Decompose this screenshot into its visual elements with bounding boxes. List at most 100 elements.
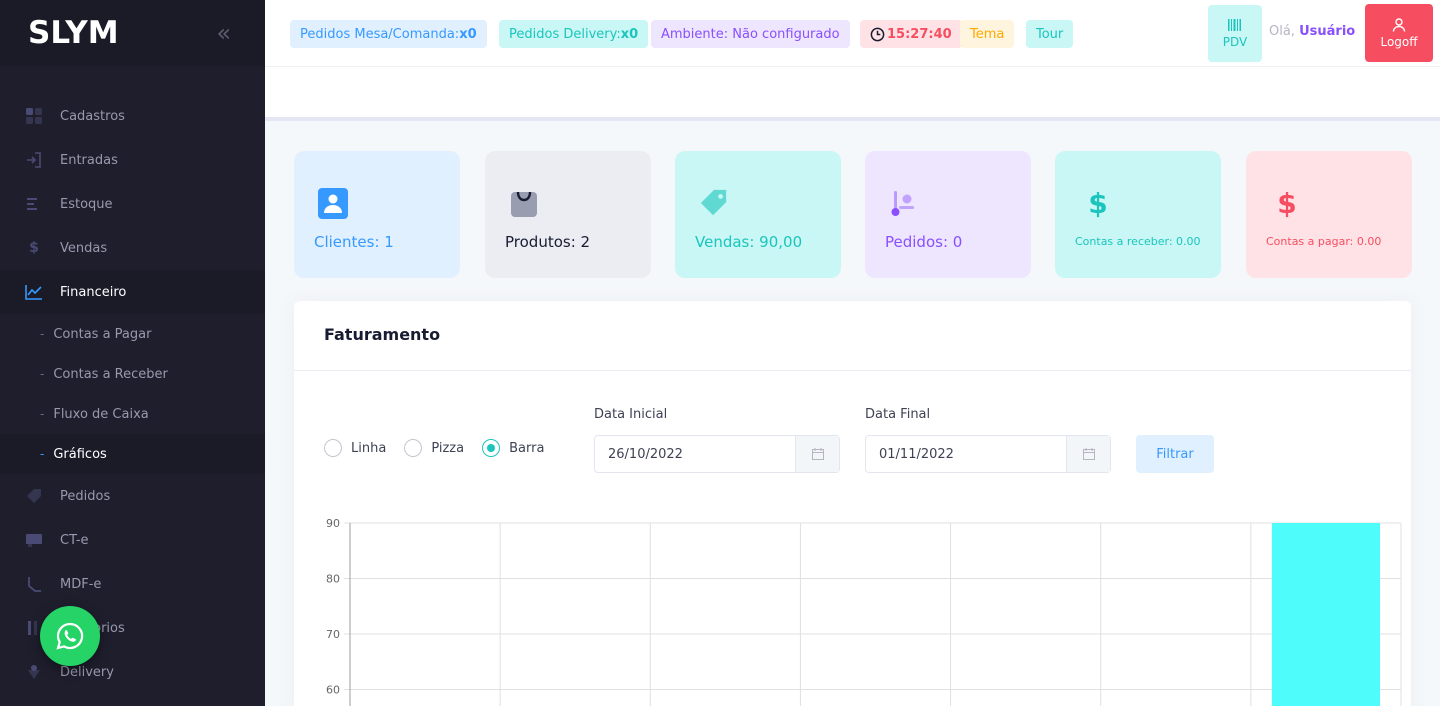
sidebar-item-pedidos[interactable]: Pedidos	[0, 474, 265, 518]
radio-label: Barra	[509, 440, 545, 456]
sidebar-item-entradas[interactable]: Entradas	[0, 138, 265, 182]
sidebar-item-delivery[interactable]: Delivery	[0, 650, 265, 694]
tour-button[interactable]: Tour	[1026, 20, 1074, 48]
data-final-label: Data Final	[865, 407, 931, 422]
data-inicial-field[interactable]: 26/10/2022	[594, 435, 840, 473]
data-final-value[interactable]: 01/11/2022	[866, 436, 1066, 472]
logoff-button[interactable]: Logoff	[1365, 4, 1433, 62]
y-tick-label: 70	[326, 628, 340, 641]
card-vendas[interactable]: Vendas: 90,00	[675, 151, 841, 278]
sidebar-item-label: MDF-e	[60, 576, 102, 592]
sidebar-item-label: CT-e	[60, 532, 89, 548]
route-icon	[25, 575, 43, 593]
pedidos-mesa-badge[interactable]: Pedidos Mesa/Comanda: x0	[290, 20, 487, 48]
faturamento-bar-chart: 90 80 70 60	[326, 517, 1402, 706]
tema-button[interactable]: Tema	[960, 20, 1015, 48]
user-greeting[interactable]: Olá, Usuário	[1269, 24, 1355, 39]
sidebar-menu: Cadastros Entradas Estoque $ Vendas Fina…	[0, 66, 265, 694]
pedidos-delivery-label: Pedidos Delivery:	[509, 26, 621, 42]
radio-linha[interactable]: Linha	[324, 439, 386, 457]
panel-header: Faturamento	[294, 301, 1411, 371]
subheader	[265, 67, 1440, 121]
dollar-icon: $	[1277, 186, 1297, 220]
sidebar: SLYM « Cadastros Entradas Estoque $ Vend…	[0, 0, 265, 706]
sidebar-item-relatorios[interactable]: Relatorios	[0, 606, 265, 650]
top-header: Pedidos Mesa/Comanda: x0 Pedidos Delivery…	[265, 0, 1440, 67]
clock-badge: 15:27:40	[860, 20, 962, 48]
list-icon	[25, 195, 43, 213]
clock-icon	[870, 27, 885, 41]
card-pedidos[interactable]: Pedidos: 0	[865, 151, 1031, 278]
card-clientes[interactable]: Clientes: 1	[294, 151, 460, 278]
radio-pizza[interactable]: Pizza	[404, 439, 464, 457]
dollar-icon: $	[29, 240, 39, 256]
filtrar-button[interactable]: Filtrar	[1136, 435, 1214, 473]
pedidos-delivery-badge[interactable]: Pedidos Delivery: x0	[499, 20, 649, 48]
tag-icon	[25, 487, 43, 505]
sidebar-item-label: Delivery	[60, 664, 114, 680]
radio-label: Pizza	[431, 440, 465, 456]
ambiente-badge[interactable]: Ambiente: Não configurado	[651, 20, 850, 48]
data-inicial-label: Data Inicial	[594, 407, 668, 422]
pedidos-mesa-label: Pedidos Mesa/Comanda:	[300, 26, 460, 42]
sidebar-subitem-fluxo-caixa[interactable]: - Fluxo de Caixa	[0, 394, 265, 434]
brand-bar: SLYM «	[0, 0, 265, 66]
sidebar-subitem-label: Contas a Pagar	[53, 326, 152, 342]
greeting-text: Olá,	[1269, 24, 1295, 39]
user-name: Usuário	[1299, 24, 1356, 39]
card-produtos[interactable]: Produtos: 2	[485, 151, 651, 278]
data-final-field[interactable]: 01/11/2022	[865, 435, 1111, 473]
sidebar-item-estoque[interactable]: Estoque	[0, 182, 265, 226]
panel-title: Faturamento	[324, 325, 441, 344]
sidebar-item-label: Financeiro	[60, 284, 127, 300]
data-inicial-value[interactable]: 26/10/2022	[595, 436, 795, 472]
pedidos-delivery-count: x0	[620, 26, 639, 42]
calendar-icon[interactable]	[1066, 436, 1110, 472]
sidebar-item-cadastros[interactable]: Cadastros	[0, 94, 265, 138]
sidebar-item-label: Estoque	[60, 196, 113, 212]
card-contas-pagar[interactable]: $ Contas a pagar: 0.00	[1246, 151, 1412, 278]
sidebar-item-financeiro[interactable]: Financeiro	[0, 270, 265, 314]
contas-pagar-total: Contas a pagar: 0.00	[1266, 235, 1382, 248]
bullet-dash: -	[40, 447, 45, 461]
dollar-icon: $	[1088, 186, 1108, 220]
sidebar-item-vendas[interactable]: $ Vendas	[0, 226, 265, 270]
card-contas-receber[interactable]: $ Contas a receber: 0.00	[1055, 151, 1221, 278]
calendar-icon[interactable]	[795, 436, 839, 472]
radio-circle[interactable]	[324, 439, 342, 457]
sidebar-item-cte[interactable]: CT-e	[0, 518, 265, 562]
radio-circle[interactable]	[404, 439, 423, 457]
sidebar-subitem-label: Contas a Receber	[53, 366, 168, 382]
sidebar-item-mdfe[interactable]: MDF-e	[0, 562, 265, 606]
whatsapp-icon	[56, 622, 84, 650]
y-tick-label: 60	[326, 684, 340, 697]
y-tick-label: 90	[326, 517, 340, 530]
sidebar-subitem-label: Fluxo de Caixa	[53, 406, 149, 422]
logoff-label: Logoff	[1380, 34, 1418, 49]
sidebar-item-label: Pedidos	[60, 488, 111, 504]
bar	[1271, 523, 1380, 706]
pedidos-count: Pedidos: 0	[885, 233, 963, 251]
collapse-sidebar-icon[interactable]: «	[216, 21, 231, 45]
produtos-count: Produtos: 2	[505, 233, 591, 251]
radio-barra[interactable]: Barra	[482, 439, 544, 457]
bullet-dash: -	[40, 407, 45, 421]
line-chart-icon	[25, 283, 43, 301]
sidebar-subitem-label: Gráficos	[53, 446, 107, 462]
sidebar-item-label: Entradas	[60, 152, 118, 168]
delivery-icon	[25, 663, 43, 681]
sidebar-subitem-graficos[interactable]: - Gráficos	[0, 434, 265, 474]
radio-label: Linha	[351, 440, 387, 456]
faturamento-panel: Faturamento Linha Pizza Barra Data Inici…	[294, 301, 1411, 706]
pdv-button[interactable]: PDV	[1208, 5, 1262, 62]
tag-card-icon	[699, 188, 729, 218]
y-tick-label: 80	[326, 573, 340, 586]
radio-circle-selected[interactable]	[482, 439, 501, 457]
whatsapp-button[interactable]	[40, 606, 100, 666]
sign-in-icon	[25, 151, 43, 169]
truck-icon	[25, 531, 43, 549]
clock-time: 15:27:40	[887, 26, 952, 42]
bullet-dash: -	[40, 327, 45, 341]
sidebar-subitem-contas-pagar[interactable]: - Contas a Pagar	[0, 314, 265, 354]
sidebar-subitem-contas-receber[interactable]: - Contas a Receber	[0, 354, 265, 394]
